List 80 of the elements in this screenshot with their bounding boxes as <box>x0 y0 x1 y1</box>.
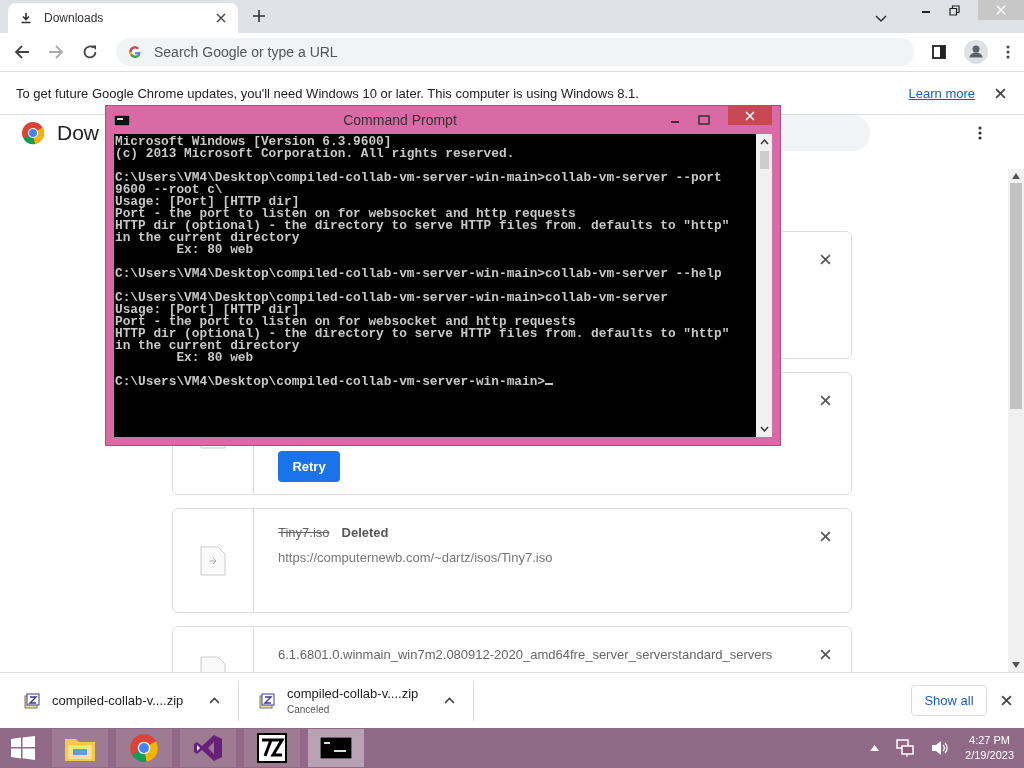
console-line: HTTP dir (optional) - the directory to serve HTTP files from. defaults to "http" <box>115 220 730 232</box>
console-line: in the current directory <box>115 340 300 352</box>
archiver-icon <box>257 733 287 763</box>
close-icon[interactable] <box>216 13 226 23</box>
console-line: Usage: [Port] [HTTP dir] <box>115 304 300 316</box>
more-icon[interactable] <box>978 126 982 140</box>
source-link[interactable]: https://computernewb.com/~dartz/isos/Tiny7.iso <box>278 550 796 565</box>
chevron-up-icon[interactable] <box>870 745 880 751</box>
scroll-up-icon[interactable] <box>759 139 769 145</box>
console-line: Ex: 80 web <box>175 244 254 256</box>
chrome-icon <box>129 733 159 763</box>
chrome-logo-icon <box>21 121 45 145</box>
chevron-up-icon[interactable] <box>444 697 455 704</box>
console-line: C:\Users\VM4\Desktop\compiled-collab-vm-server-win-main> <box>115 376 554 388</box>
scroll-thumb[interactable] <box>1010 183 1022 409</box>
scroll-thumb[interactable] <box>759 151 769 169</box>
file-icon <box>200 545 226 576</box>
scroll-down-icon[interactable] <box>759 426 769 432</box>
scrollbar[interactable] <box>756 134 772 437</box>
console-line: Usage: [Port] [HTTP dir] <box>115 196 300 208</box>
archive-icon <box>259 692 275 709</box>
status-label: Deleted <box>341 525 389 540</box>
chevron-up-icon[interactable] <box>209 697 220 704</box>
back-icon[interactable] <box>14 44 30 60</box>
address-bar[interactable]: Search Google or type a URL <box>116 38 914 66</box>
reload-icon[interactable] <box>82 44 98 60</box>
infinity-ribbon-icon <box>193 733 223 763</box>
clock-time[interactable]: 4:27 PM <box>969 733 1010 748</box>
google-icon <box>128 45 142 59</box>
page-title: Dow <box>57 121 99 145</box>
console-line: Microsoft Windows [Version 6.3.9600] <box>115 136 392 148</box>
window-title: Command Prompt <box>342 112 458 128</box>
profile-icon[interactable] <box>964 40 988 64</box>
side-panel-icon[interactable] <box>932 45 946 59</box>
window-close-button[interactable] <box>728 106 772 125</box>
taskbar-app[interactable] <box>244 729 300 767</box>
console-line: C:\Users\VM4\Desktop\compiled-collab-vm-server-win-main>collab-vm-server --port <box>115 172 722 184</box>
show-all-button[interactable]: Show all <box>911 685 987 716</box>
console-line: 9600 --root c\ <box>115 184 223 196</box>
file-name: 6.1.6801.0.winmain_win7m2.080912-2020_amd64fre_server_serverstandard_servers <box>278 647 774 662</box>
console-line: HTTP dir (optional) - the directory to serve HTTP files from. defaults to "http" <box>115 328 730 340</box>
retry-button[interactable]: Retry <box>278 451 340 482</box>
taskbar-app[interactable] <box>308 729 364 767</box>
console-line: (c) 2013 Microsoft Corporation. All rights reserved. <box>115 148 515 160</box>
scrollbar[interactable] <box>1008 169 1024 672</box>
status-label: Canceled <box>287 704 331 715</box>
start-icon[interactable] <box>10 735 36 761</box>
console-line: in the current directory <box>115 232 300 244</box>
console-line: C:\Users\VM4\Desktop\compiled-collab-vm-server-win-main>collab-vm-server <box>115 292 668 304</box>
console-icon <box>320 737 352 759</box>
menu-icon[interactable] <box>1006 45 1010 59</box>
file-name: Tiny7.iso <box>278 525 330 540</box>
console-line: Port - the port to listen on for websocket and http requests <box>115 208 576 220</box>
scroll-down-icon[interactable] <box>1012 662 1020 668</box>
archive-icon <box>24 692 40 709</box>
close-icon[interactable] <box>995 87 1006 99</box>
network-icon[interactable] <box>895 739 916 757</box>
new-tab-icon[interactable] <box>252 9 266 23</box>
close-icon[interactable] <box>820 395 831 406</box>
learn-more-link[interactable]: Learn more <box>908 85 975 101</box>
console-icon <box>114 114 130 126</box>
file-name[interactable]: compiled-collab-v....zip <box>287 686 432 701</box>
chevron-down-icon[interactable] <box>875 15 887 23</box>
close-icon[interactable] <box>1001 695 1012 706</box>
console-line: Ex: 80 web <box>175 352 254 364</box>
console-line: Port - the port to listen on for websocket and http requests <box>115 316 576 328</box>
close-icon[interactable] <box>820 531 831 542</box>
close-icon[interactable] <box>820 254 831 265</box>
download-icon <box>20 12 32 24</box>
browser-tab[interactable]: Downloads <box>8 3 238 33</box>
close-icon[interactable] <box>820 649 831 660</box>
restore-icon[interactable] <box>949 4 960 16</box>
scroll-up-icon[interactable] <box>1012 173 1020 179</box>
clock-date[interactable]: 2/19/2023 <box>965 748 1014 763</box>
maximize-icon[interactable] <box>698 115 710 125</box>
file-name[interactable]: compiled-collab-v....zip <box>52 693 197 708</box>
speaker-icon[interactable] <box>931 740 950 756</box>
update-message: To get future Google Chrome updates, you'll need Windows 10 or later. This computer is using Windows 8.1. <box>16 85 639 101</box>
search-field[interactable] <box>782 115 870 151</box>
console-line: C:\Users\VM4\Desktop\compiled-collab-vm-server-win-main>collab-vm-server --help <box>115 268 722 280</box>
